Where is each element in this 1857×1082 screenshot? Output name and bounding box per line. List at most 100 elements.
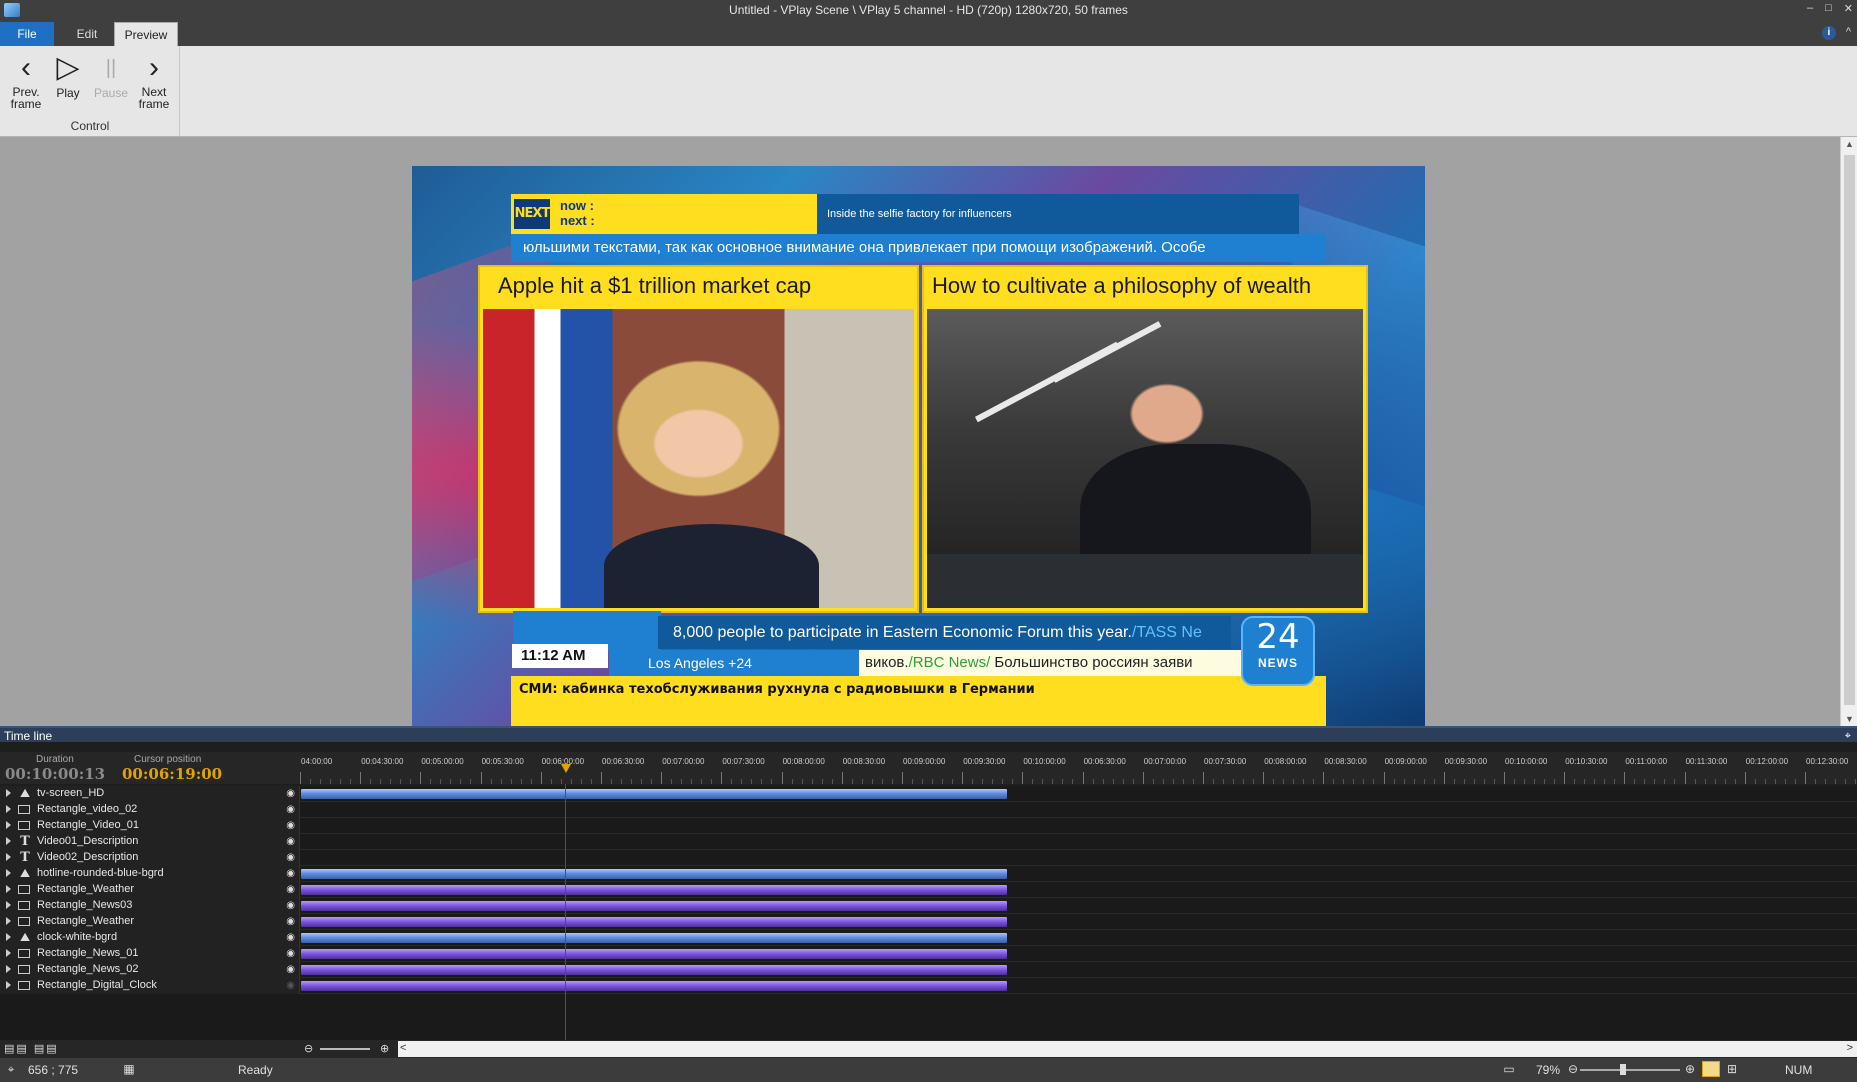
next-frame-button[interactable]: › Next frame: [132, 52, 176, 111]
track-header[interactable]: ⛰ hotline-rounded-blue-bgrd ◉: [0, 866, 300, 882]
track-header[interactable]: Rectangle_video_02 ◉: [0, 802, 300, 818]
minimize-button[interactable]: –: [1807, 2, 1813, 15]
track-header[interactable]: Rectangle_News_02 ◉: [0, 962, 300, 978]
visibility-eye-icon[interactable]: ◉: [286, 788, 295, 799]
play-button[interactable]: ▷ Play: [46, 52, 90, 101]
track-header[interactable]: Rectangle_News_01 ◉: [0, 946, 300, 962]
zoom-slider-knob[interactable]: [1620, 1064, 1626, 1075]
horizontal-scrollbar[interactable]: < >: [398, 1041, 1857, 1057]
visibility-eye-icon[interactable]: ◉: [286, 916, 295, 927]
timeline-track[interactable]: T Video01_Description ◉: [0, 834, 1857, 850]
visibility-eye-icon[interactable]: ◉: [286, 836, 295, 847]
timeline-track[interactable]: Rectangle_News_01 ◉: [0, 946, 1857, 962]
timeline-track[interactable]: ⛰ hotline-rounded-blue-bgrd ◉: [0, 866, 1857, 882]
playhead-marker[interactable]: [561, 764, 571, 773]
track-clip[interactable]: [301, 885, 1007, 895]
track-header[interactable]: ⛰ clock-white-bgrd ◉: [0, 930, 300, 946]
zoom-slider-track[interactable]: [1580, 1069, 1680, 1071]
fit-icon[interactable]: ▭: [1502, 1062, 1516, 1076]
scroll-up-icon[interactable]: ▲: [1841, 139, 1857, 149]
ruler-minor-tick: [1794, 779, 1796, 784]
visibility-eye-icon[interactable]: ◉: [286, 900, 295, 911]
expand-arrow-icon[interactable]: [6, 853, 11, 861]
lower-headline-source: /TASS Nе: [1131, 624, 1202, 641]
timeline-track[interactable]: ⛰ clock-white-bgrd ◉: [0, 930, 1857, 946]
actual-size-icon[interactable]: ⊞: [1725, 1062, 1739, 1076]
expand-arrow-icon[interactable]: [6, 981, 11, 989]
expand-arrow-icon[interactable]: [6, 917, 11, 925]
visibility-eye-icon[interactable]: ◉: [286, 804, 295, 815]
track-header[interactable]: ⛰ tv-screen_HD ◉: [0, 786, 300, 802]
playhead-line[interactable]: [565, 784, 566, 1040]
track-header[interactable]: Rectangle_Weather ◉: [0, 914, 300, 930]
scroll-down-icon[interactable]: ▼: [1841, 714, 1857, 724]
zoom-slider[interactable]: [320, 1048, 370, 1050]
scroll-left-icon[interactable]: <: [400, 1042, 406, 1054]
timeline-track[interactable]: Rectangle_News_02 ◉: [0, 962, 1857, 978]
scene-preview[interactable]: NEXT now : next : Inside the selfie fact…: [412, 166, 1425, 726]
next-yellow-panel: [511, 194, 817, 234]
visibility-eye-icon[interactable]: ◉: [286, 820, 295, 831]
expand-arrow-icon[interactable]: [6, 965, 11, 973]
expand-arrow-icon[interactable]: [6, 901, 11, 909]
timeline-track[interactable]: Rectangle_Weather ◉: [0, 914, 1857, 930]
visibility-eye-icon[interactable]: ◉: [286, 932, 295, 943]
timeline-track[interactable]: Rectangle_video_02 ◉: [0, 802, 1857, 818]
layer-tools-icon[interactable]: ▤▤ ▤▤: [4, 1042, 59, 1055]
expand-arrow-icon[interactable]: [6, 789, 11, 797]
visibility-eye-icon[interactable]: ◉: [286, 868, 295, 879]
track-header[interactable]: T Video01_Description ◉: [0, 834, 300, 850]
track-clip[interactable]: [301, 901, 1007, 911]
visibility-eye-icon[interactable]: ◉: [286, 884, 295, 895]
expand-arrow-icon[interactable]: [6, 805, 11, 813]
zoom-out-icon[interactable]: ⊖: [304, 1042, 313, 1055]
zoom-in-icon[interactable]: ⊕: [380, 1042, 389, 1055]
expand-arrow-icon[interactable]: [6, 885, 11, 893]
pin-icon[interactable]: ⌖: [1845, 728, 1851, 744]
track-header[interactable]: Rectangle_Digital_Clock ◉: [0, 978, 300, 994]
zoom-minus-icon[interactable]: ⊖: [1566, 1062, 1580, 1076]
track-clip[interactable]: [301, 869, 1007, 879]
visibility-eye-icon[interactable]: ◉: [286, 948, 295, 959]
expand-arrow-icon[interactable]: [6, 933, 11, 941]
timeline-track[interactable]: Rectangle_Video_01 ◉: [0, 818, 1857, 834]
timeline-track[interactable]: T Video02_Description ◉: [0, 850, 1857, 866]
expand-arrow-icon[interactable]: [6, 821, 11, 829]
pause-button[interactable]: || Pause: [89, 52, 133, 100]
track-clip[interactable]: [301, 981, 1007, 991]
visibility-eye-icon[interactable]: ◉: [286, 852, 295, 863]
scroll-thumb[interactable]: [1844, 155, 1855, 705]
visibility-eye-icon[interactable]: ◉: [286, 980, 295, 991]
timeline-track[interactable]: ⛰ tv-screen_HD ◉: [0, 786, 1857, 802]
zoom-plus-icon[interactable]: ⊕: [1683, 1062, 1697, 1076]
track-clip[interactable]: [301, 949, 1007, 959]
fit-to-window-button[interactable]: [1702, 1061, 1720, 1077]
maximize-button[interactable]: □: [1825, 2, 1832, 15]
canvas-workspace[interactable]: NEXT now : next : Inside the selfie fact…: [0, 137, 1840, 726]
info-icon[interactable]: i: [1821, 26, 1836, 40]
track-clip[interactable]: [301, 965, 1007, 975]
expand-arrow-icon[interactable]: [6, 869, 11, 877]
track-header[interactable]: Rectangle_News03 ◉: [0, 898, 300, 914]
timeline-track[interactable]: Rectangle_News03 ◉: [0, 898, 1857, 914]
track-header[interactable]: Rectangle_Weather ◉: [0, 882, 300, 898]
prev-frame-button[interactable]: ‹ Prev. frame: [4, 52, 48, 111]
timeline-track[interactable]: Rectangle_Digital_Clock ◉: [0, 978, 1857, 994]
track-clip[interactable]: [301, 917, 1007, 927]
close-button[interactable]: ✕: [1844, 2, 1853, 15]
tab-edit[interactable]: Edit: [66, 22, 108, 46]
track-clip[interactable]: [301, 789, 1007, 799]
vertical-scrollbar[interactable]: ▲ ▼: [1840, 137, 1857, 726]
tab-file[interactable]: File: [0, 22, 54, 46]
timeline-track[interactable]: Rectangle_Weather ◉: [0, 882, 1857, 898]
track-clip[interactable]: [301, 933, 1007, 943]
track-header[interactable]: Rectangle_Video_01 ◉: [0, 818, 300, 834]
expand-arrow-icon[interactable]: [6, 837, 11, 845]
ribbon-collapse-icon[interactable]: ^: [1846, 26, 1851, 40]
track-header[interactable]: T Video02_Description ◉: [0, 850, 300, 866]
tab-preview[interactable]: Preview: [114, 22, 178, 46]
visibility-eye-icon[interactable]: ◉: [286, 964, 295, 975]
scroll-right-icon[interactable]: >: [1847, 1042, 1853, 1054]
timeline-ruler[interactable]: 04:00:00 00:04:30:00 00:05:00:00 00:05:30:0…: [300, 752, 1857, 784]
expand-arrow-icon[interactable]: [6, 949, 11, 957]
